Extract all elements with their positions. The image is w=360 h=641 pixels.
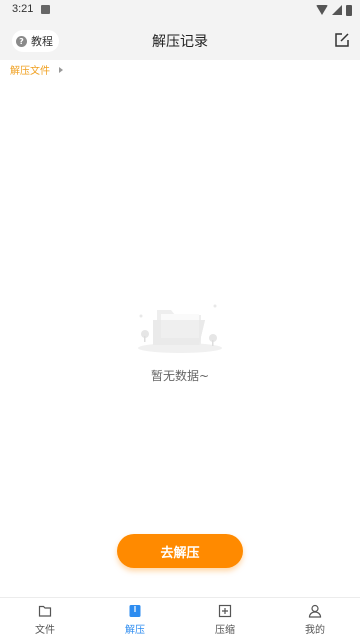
nav-label-compress: 压缩 (215, 624, 235, 636)
go-unzip-button[interactable]: 去解压 (117, 534, 243, 568)
nav-label-files: 文件 (35, 624, 55, 636)
bottom-nav: 文件 解压 压缩 我的 (0, 597, 360, 641)
user-icon (308, 604, 322, 618)
nav-item-unzip[interactable]: 解压 (90, 598, 180, 641)
nav-item-files[interactable]: 文件 (0, 598, 90, 641)
gallery-notification-icon (41, 5, 50, 14)
status-time: 3:21 (12, 3, 34, 15)
battery-icon (346, 4, 352, 16)
nav-item-mine[interactable]: 我的 (270, 598, 360, 641)
empty-folder-illustration (138, 304, 222, 353)
page-title: 解压记录 (152, 34, 208, 50)
nav-item-compress[interactable]: 压缩 (180, 598, 270, 641)
edit-icon[interactable] (334, 32, 350, 48)
signal-icon (332, 5, 342, 15)
status-bar: 3:21 (0, 0, 360, 20)
empty-message: 暂无数据~ (150, 369, 210, 383)
unzip-icon (129, 604, 141, 617)
status-icons (316, 3, 352, 17)
wifi-icon (316, 5, 328, 15)
folder-icon (38, 605, 52, 617)
nav-label-mine: 我的 (305, 624, 325, 636)
archive-icon (218, 604, 232, 617)
nav-label-unzip: 解压 (125, 624, 145, 636)
breadcrumb: 解压文件 (10, 62, 63, 77)
app-bar: ? 教程 解压记录 (0, 20, 360, 60)
breadcrumb-arrow-icon (59, 66, 63, 73)
breadcrumb-root[interactable]: 解压文件 (10, 62, 50, 77)
